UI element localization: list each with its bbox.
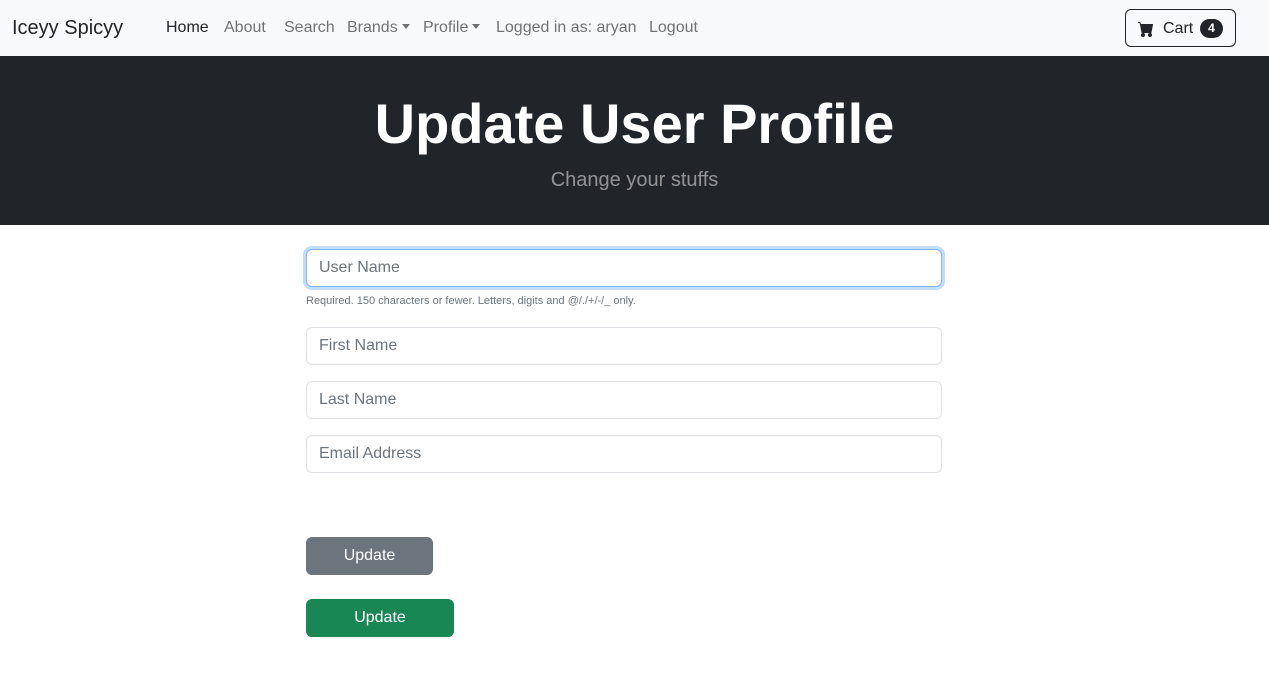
page-title: Update User Profile bbox=[374, 92, 895, 155]
nav-logged-in-user[interactable]: Logged in as: aryan bbox=[496, 18, 637, 38]
nav-search[interactable]: Search bbox=[284, 18, 335, 38]
caret-down-icon bbox=[401, 24, 410, 29]
navbar: Iceyy Spicyy Home About Search Brands Pr… bbox=[0, 0, 1269, 56]
page-subtitle: Change your stuffs bbox=[550, 169, 719, 191]
caret-down-icon bbox=[472, 24, 481, 29]
brand-link[interactable]: Iceyy Spicyy bbox=[12, 16, 123, 40]
cart-count-badge: 4 bbox=[1200, 19, 1223, 38]
nav-logout[interactable]: Logout bbox=[649, 18, 698, 38]
cart-label: Cart bbox=[1163, 20, 1194, 37]
nav-profile-dropdown[interactable]: Profile bbox=[423, 18, 481, 38]
update-password-button[interactable]: Update Password bbox=[306, 599, 454, 664]
first-name-input[interactable] bbox=[306, 327, 942, 365]
nav-home[interactable]: Home bbox=[166, 18, 209, 38]
update-profile-button[interactable]: Update Profile bbox=[306, 537, 433, 602]
nav-profile-label: Profile bbox=[423, 19, 469, 36]
nav-brands-label: Brands bbox=[347, 19, 398, 36]
cart-icon bbox=[1138, 22, 1153, 37]
nav-brands-dropdown[interactable]: Brands bbox=[347, 18, 410, 38]
username-help-text: Required. 150 characters or fewer. Lette… bbox=[306, 295, 636, 307]
hero-banner: Update User Profile Change your stuffs bbox=[0, 56, 1269, 225]
cart-button[interactable]: Cart 4 bbox=[1125, 9, 1236, 47]
last-name-input[interactable] bbox=[306, 381, 942, 419]
nav-about[interactable]: About bbox=[224, 18, 266, 38]
username-input[interactable] bbox=[306, 249, 942, 287]
email-input[interactable] bbox=[306, 435, 942, 473]
